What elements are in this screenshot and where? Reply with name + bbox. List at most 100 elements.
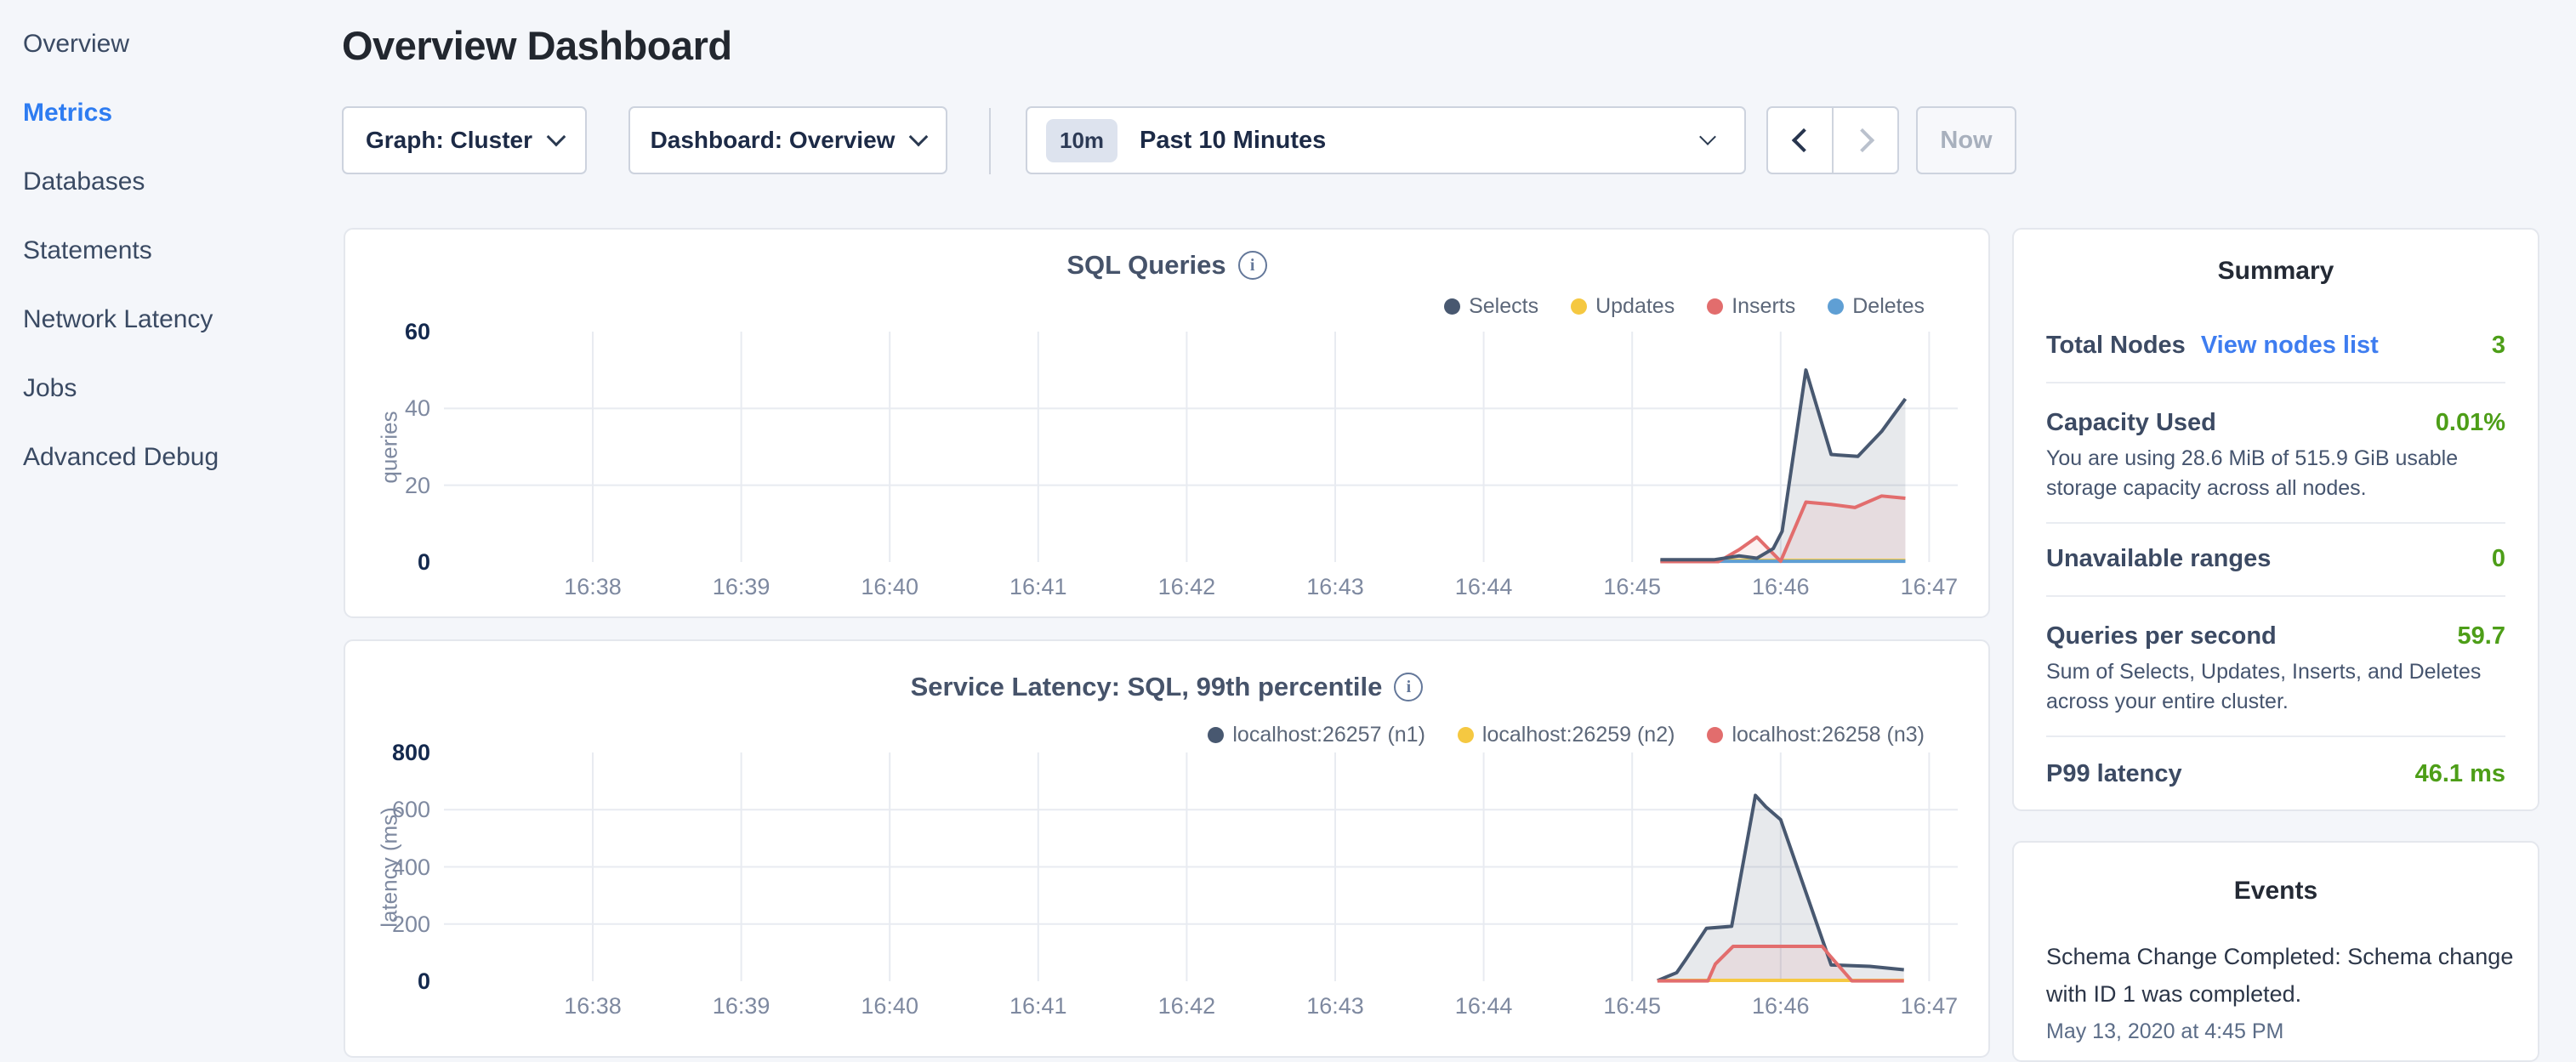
divider <box>2046 735 2505 737</box>
summary-row-capacity: Capacity Used 0.01% <box>2046 409 2505 437</box>
x-tick-label: 16:43 <box>1280 574 1390 600</box>
legend-dot-icon <box>1208 727 1224 743</box>
y-axis-unit-label: queries <box>377 411 403 483</box>
page-title: Overview Dashboard <box>342 22 732 69</box>
time-range-badge: 10m <box>1046 119 1117 162</box>
chevron-left-icon <box>1791 128 1815 152</box>
chart-title: SQL Queries <box>1066 250 1225 281</box>
queries-per-second-label: Queries per second <box>2046 622 2277 650</box>
chart-plot <box>444 752 1958 981</box>
legend-dot-icon <box>1707 298 1723 315</box>
legend-label: Updates <box>1595 294 1675 319</box>
x-tick-label: 16:45 <box>1577 993 1687 1019</box>
chart-legend: Selects Updates Inserts Deletes <box>1444 294 1925 319</box>
x-tick-label: 16:44 <box>1429 574 1539 600</box>
info-icon[interactable]: i <box>1394 673 1423 701</box>
events-panel: Events Schema Change Completed: Schema c… <box>2012 841 2539 1062</box>
summary-title: Summary <box>2014 257 2538 286</box>
legend-label: Selects <box>1469 294 1538 319</box>
view-nodes-list-link[interactable]: View nodes list <box>2201 332 2379 360</box>
chart-title: Service Latency: SQL, 99th percentile <box>911 672 1383 702</box>
service-latency-chart-card: Service Latency: SQL, 99th percentile i lo… <box>344 639 1990 1058</box>
time-range-label: Past 10 Minutes <box>1140 127 1685 155</box>
legend-label: Inserts <box>1732 294 1795 319</box>
queries-per-second-description: Sum of Selects, Updates, Inserts, and De… <box>2046 657 2512 717</box>
x-tick-label: 16:41 <box>983 574 1094 600</box>
summary-row-total-nodes: Total Nodes View nodes list 3 <box>2046 332 2505 360</box>
x-tick-label: 16:47 <box>1874 574 1984 600</box>
divider <box>2046 522 2505 524</box>
legend-dot-icon <box>1444 298 1460 315</box>
x-tick-label: 16:44 <box>1429 993 1539 1019</box>
y-tick-label: 0 <box>345 549 430 575</box>
toolbar-divider <box>989 108 991 174</box>
queries-per-second-value: 59.7 <box>2458 622 2505 650</box>
summary-row-p99-latency: P99 latency 46.1 ms <box>2046 760 2505 788</box>
unavailable-ranges-label: Unavailable ranges <box>2046 545 2271 573</box>
previous-time-button[interactable] <box>1768 108 1834 173</box>
chevron-down-icon <box>1699 128 1716 145</box>
capacity-used-description: You are using 28.6 MiB of 515.9 GiB usab… <box>2046 444 2512 503</box>
chart-title-row: SQL Queries i <box>345 250 1988 281</box>
x-tick-label: 16:42 <box>1131 993 1242 1019</box>
legend-label: localhost:26257 (n1) <box>1232 723 1425 747</box>
legend-label: Deletes <box>1852 294 1925 319</box>
sql-queries-chart-card: SQL Queries i Selects Updates Inserts Deletes… <box>344 228 1990 618</box>
sidebar-nav: Overview Metrics Databases Statements Networ… <box>23 31 329 513</box>
now-button[interactable]: Now <box>1916 106 2016 174</box>
p99-latency-value: 46.1 ms <box>2415 760 2505 788</box>
legend-label: localhost:26258 (n3) <box>1732 723 1925 747</box>
divider <box>2046 595 2505 597</box>
chart-legend: localhost:26257 (n1) localhost:26259 (n2)… <box>1208 723 1925 747</box>
sidebar-item-statements[interactable]: Statements <box>23 237 329 264</box>
metrics-page: Overview Metrics Databases Statements Networ… <box>0 0 2576 1051</box>
time-step-buttons <box>1766 106 1899 174</box>
legend-item[interactable]: Deletes <box>1828 294 1925 319</box>
x-tick-label: 16:46 <box>1726 993 1836 1019</box>
event-item-text[interactable]: Schema Change Completed: Schema change w… <box>2046 938 2518 1013</box>
dashboard-label: Dashboard: Overview <box>651 127 896 154</box>
unavailable-ranges-value: 0 <box>2492 545 2505 573</box>
time-range-dropdown[interactable]: 10m Past 10 Minutes <box>1026 106 1746 174</box>
x-tick-label: 16:40 <box>834 574 945 600</box>
sidebar-item-advanced-debug[interactable]: Advanced Debug <box>23 444 329 471</box>
chart-plot <box>444 332 1958 562</box>
info-icon[interactable]: i <box>1238 251 1267 280</box>
x-tick-label: 16:39 <box>686 993 797 1019</box>
p99-latency-label: P99 latency <box>2046 760 2182 788</box>
total-nodes-value: 3 <box>2492 332 2505 360</box>
y-tick-label: 0 <box>345 968 430 994</box>
x-tick-label: 16:41 <box>983 993 1094 1019</box>
summary-row-qps: Queries per second 59.7 <box>2046 622 2505 650</box>
x-tick-label: 16:42 <box>1131 574 1242 600</box>
legend-item[interactable]: localhost:26259 (n2) <box>1458 723 1675 747</box>
divider <box>2046 382 2505 383</box>
y-tick-label: 800 <box>345 740 430 765</box>
legend-item[interactable]: Inserts <box>1707 294 1795 319</box>
legend-item[interactable]: localhost:26257 (n1) <box>1208 723 1425 747</box>
capacity-used-label: Capacity Used <box>2046 409 2216 437</box>
legend-dot-icon <box>1707 727 1723 743</box>
graph-scope-label: Graph: Cluster <box>366 127 532 154</box>
legend-item[interactable]: Updates <box>1571 294 1675 319</box>
legend-item[interactable]: localhost:26258 (n3) <box>1707 723 1925 747</box>
x-tick-label: 16:38 <box>537 574 648 600</box>
sidebar-item-network-latency[interactable]: Network Latency <box>23 306 329 333</box>
capacity-used-value: 0.01% <box>2436 409 2505 437</box>
x-tick-label: 16:38 <box>537 993 648 1019</box>
next-time-button[interactable] <box>1834 108 1897 173</box>
graph-scope-dropdown[interactable]: Graph: Cluster <box>342 106 587 174</box>
summary-panel: Summary Total Nodes View nodes list 3 Ca… <box>2012 228 2539 811</box>
event-item-timestamp: May 13, 2020 at 4:45 PM <box>2046 1019 2283 1044</box>
chevron-down-icon <box>909 128 929 147</box>
sidebar-item-overview[interactable]: Overview <box>23 31 329 58</box>
sidebar-item-jobs[interactable]: Jobs <box>23 375 329 402</box>
sidebar-item-metrics[interactable]: Metrics <box>23 99 329 127</box>
y-axis-unit-label: latency (ms) <box>377 807 403 928</box>
y-tick-label: 60 <box>345 319 430 344</box>
events-title: Events <box>2014 877 2538 906</box>
legend-dot-icon <box>1458 727 1474 743</box>
dashboard-dropdown[interactable]: Dashboard: Overview <box>628 106 947 174</box>
sidebar-item-databases[interactable]: Databases <box>23 168 329 196</box>
legend-item[interactable]: Selects <box>1444 294 1538 319</box>
